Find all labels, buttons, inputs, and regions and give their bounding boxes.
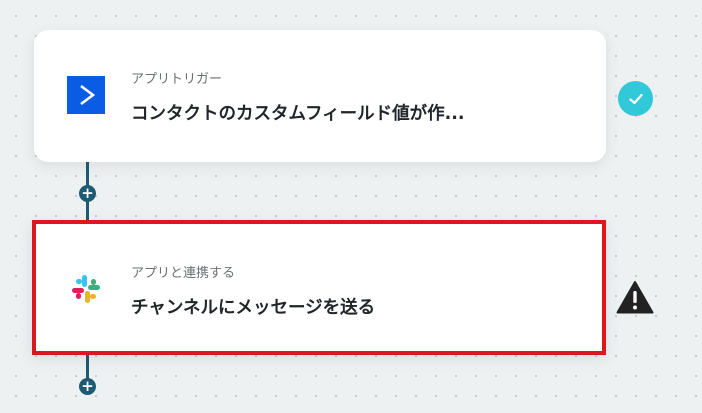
action-step-card[interactable]: アプリと連携する チャンネルにメッセージを送る (32, 220, 606, 355)
step-title: コンタクトのカスタムフィールド値が作... (131, 104, 465, 124)
step-type-label: アプリトリガー (131, 72, 223, 87)
check-icon (618, 81, 653, 116)
step-title: チャンネルにメッセージを送る (131, 298, 376, 318)
warning-icon (616, 281, 654, 314)
trigger-step-card[interactable]: アプリトリガー コンタクトのカスタムフィールド値が作... (34, 30, 606, 162)
slack-icon (72, 275, 100, 303)
add-step-button[interactable]: + (79, 378, 96, 395)
activecampaign-icon (67, 76, 105, 114)
step-type-label: アプリと連携する (131, 266, 236, 281)
add-step-button[interactable]: + (79, 185, 96, 202)
